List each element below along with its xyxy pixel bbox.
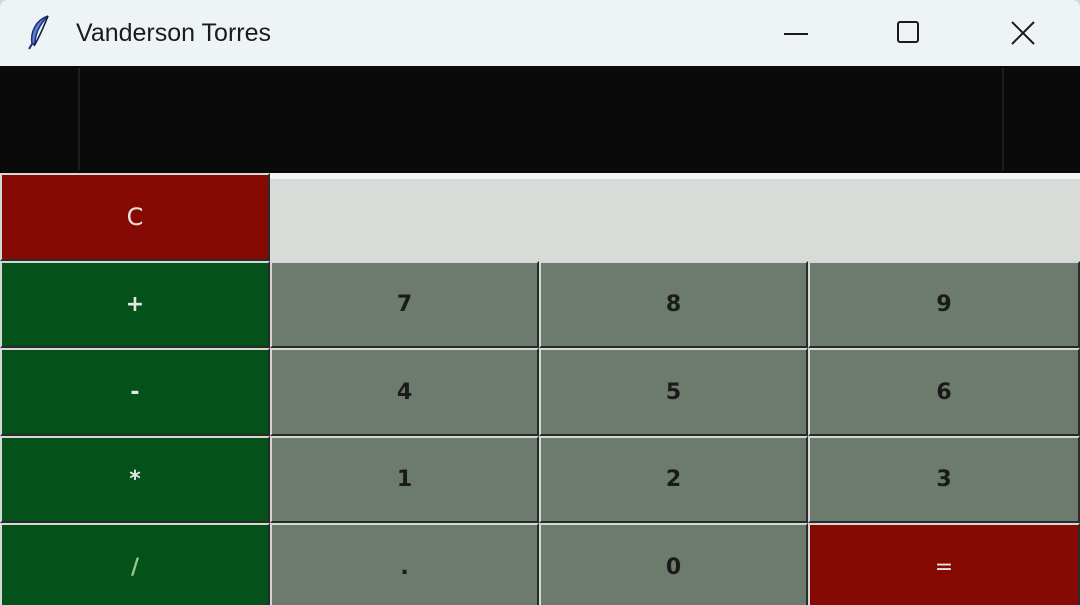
add-button[interactable]: + <box>0 261 270 348</box>
window-title: Vanderson Torres <box>76 19 272 47</box>
six-button[interactable]: 6 <box>808 348 1080 436</box>
display-field[interactable] <box>78 68 1004 170</box>
close-button[interactable] <box>992 0 1052 66</box>
divide-button[interactable]: / <box>0 523 270 605</box>
clear-button[interactable]: C <box>0 173 270 261</box>
title-bar[interactable]: Vanderson Torres <box>0 0 1080 66</box>
feather-icon <box>26 14 54 50</box>
decimal-button[interactable]: . <box>270 523 539 605</box>
four-button[interactable]: 4 <box>270 348 539 436</box>
five-button[interactable]: 5 <box>539 348 808 436</box>
minimize-button[interactable] <box>766 0 826 66</box>
equals-button[interactable]: = <box>808 523 1080 605</box>
zero-button[interactable]: 0 <box>539 523 808 605</box>
calculator-window: Vanderson Torres C + 7 8 9 - 4 5 6 * 1 2… <box>0 0 1080 605</box>
seven-button[interactable]: 7 <box>270 261 539 348</box>
minimize-icon <box>784 33 808 35</box>
one-button[interactable]: 1 <box>270 436 539 523</box>
three-button[interactable]: 3 <box>808 436 1080 523</box>
two-button[interactable]: 2 <box>539 436 808 523</box>
subtract-button[interactable]: - <box>0 348 270 436</box>
close-icon <box>1011 21 1035 45</box>
eight-button[interactable]: 8 <box>539 261 808 348</box>
multiply-button[interactable]: * <box>0 436 270 523</box>
maximize-button[interactable] <box>878 0 938 66</box>
nine-button[interactable]: 9 <box>808 261 1080 348</box>
display-panel <box>0 66 1080 173</box>
maximize-icon <box>897 21 919 43</box>
